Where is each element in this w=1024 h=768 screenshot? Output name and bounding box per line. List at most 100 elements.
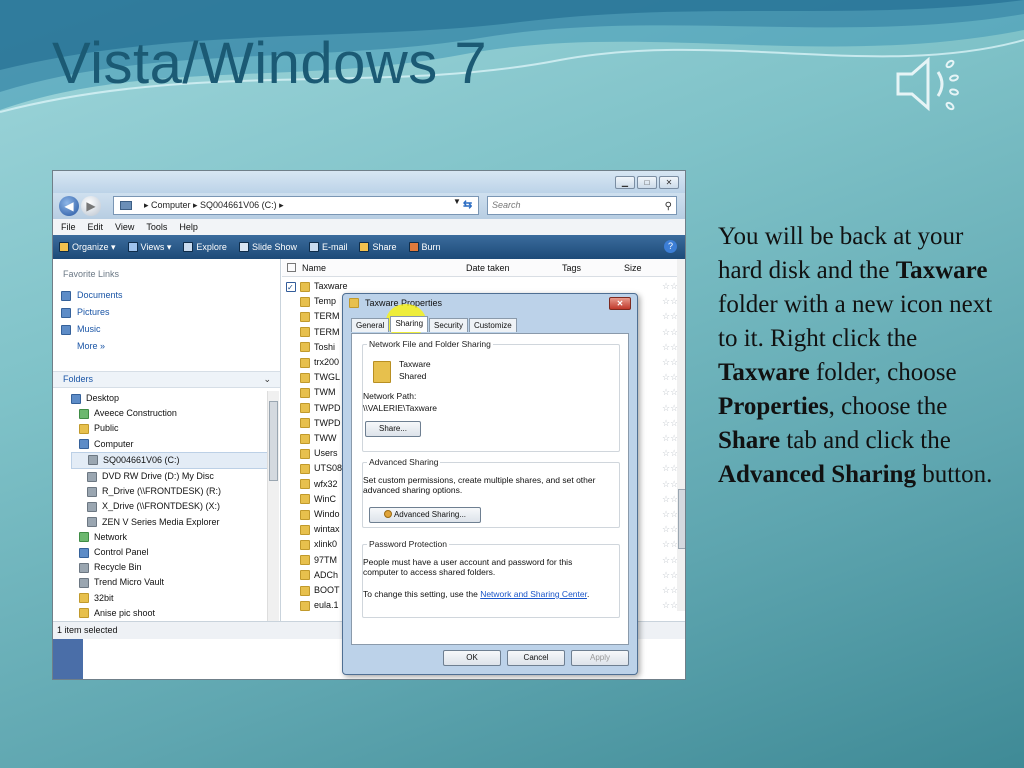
star-icon[interactable]: ☆☆ xyxy=(662,461,678,476)
menu-item-help[interactable]: Help xyxy=(179,219,198,235)
file-row[interactable]: WinC xyxy=(286,492,348,507)
select-all-checkbox[interactable] xyxy=(287,263,296,272)
address-input[interactable]: ▸ Computer ▸ SQ004661V06 (C:) ▸ xyxy=(113,196,479,215)
star-icon[interactable]: ☆☆ xyxy=(662,385,678,400)
command-6[interactable]: Burn xyxy=(408,242,441,252)
tree-item[interactable]: Anise pic shoot xyxy=(71,606,271,621)
checkbox-checked-icon[interactable]: ✓ xyxy=(286,281,296,292)
star-icon[interactable]: ☆☆ xyxy=(662,477,678,492)
file-row[interactable]: Users xyxy=(286,446,348,461)
star-icon[interactable]: ☆☆ xyxy=(662,446,678,461)
menu-item-tools[interactable]: Tools xyxy=(146,219,167,235)
file-row[interactable]: wfx32 xyxy=(286,477,348,492)
help-icon[interactable]: ? xyxy=(664,240,677,253)
command-4[interactable]: E-mail xyxy=(308,242,347,252)
tree-item[interactable]: Control Panel xyxy=(71,545,271,560)
star-icon[interactable]: ☆☆ xyxy=(662,553,678,568)
favorite-link-item[interactable]: Pictures xyxy=(61,304,123,321)
file-row[interactable]: TWM xyxy=(286,385,348,400)
file-row[interactable]: BOOT xyxy=(286,583,348,598)
apply-button[interactable]: Apply xyxy=(571,650,629,666)
address-dropdown-icon[interactable]: ▼ xyxy=(453,197,461,206)
tree-item[interactable]: Aveece Construction xyxy=(71,406,271,421)
command-5[interactable]: Share xyxy=(359,242,397,252)
file-row[interactable]: TERM xyxy=(286,309,348,324)
advanced-sharing-button[interactable]: Advanced Sharing... xyxy=(369,507,481,523)
file-row[interactable]: ADCh xyxy=(286,568,348,583)
file-row[interactable]: Toshi xyxy=(286,340,348,355)
tree-item[interactable]: Computer xyxy=(71,437,271,452)
star-icon[interactable]: ☆☆ xyxy=(662,492,678,507)
file-row[interactable]: Temp xyxy=(286,294,348,309)
star-icon[interactable]: ☆☆ xyxy=(662,416,678,431)
star-icon[interactable]: ☆☆ xyxy=(662,309,678,324)
forward-arrow-icon[interactable]: ▶ xyxy=(81,196,101,216)
tree-item[interactable]: SQ004661V06 (C:) xyxy=(71,451,271,470)
column-header-tags[interactable]: Tags xyxy=(562,263,581,273)
file-row[interactable]: xlink0 xyxy=(286,537,348,552)
tree-item[interactable]: ZEN V Series Media Explorer xyxy=(71,515,271,530)
tree-item[interactable]: Recycle Bin xyxy=(71,560,271,575)
tree-item[interactable]: Trend Micro Vault xyxy=(71,575,271,590)
tree-item[interactable]: Desktop xyxy=(71,391,271,406)
search-input[interactable]: Search ⚲ xyxy=(487,196,677,215)
star-icon[interactable]: ☆☆ xyxy=(662,598,678,613)
search-icon[interactable]: ⚲ xyxy=(665,198,672,215)
maximize-button[interactable]: □ xyxy=(637,176,657,189)
star-icon[interactable]: ☆☆ xyxy=(662,583,678,598)
share-button[interactable]: Share... xyxy=(365,421,421,437)
ok-button[interactable]: OK xyxy=(443,650,501,666)
star-icon[interactable]: ☆☆ xyxy=(662,522,678,537)
favorite-link-item[interactable]: Music xyxy=(61,321,123,338)
file-row[interactable]: TWPD xyxy=(286,416,348,431)
tree-item[interactable]: 32bit xyxy=(71,591,271,606)
star-icon[interactable]: ☆☆ xyxy=(662,294,678,309)
tree-item[interactable]: X_Drive (\\FRONTDESK) (X:) xyxy=(71,499,271,514)
tree-item[interactable]: Public xyxy=(71,421,271,436)
file-row[interactable]: trx200 xyxy=(286,355,348,370)
favorite-link-item[interactable]: More » xyxy=(61,338,123,355)
column-header-name[interactable]: Name xyxy=(302,263,326,273)
star-icon[interactable]: ☆☆ xyxy=(662,279,678,294)
column-header-size[interactable]: Size xyxy=(624,263,642,273)
chevron-down-icon[interactable]: ⌄ xyxy=(263,372,271,387)
file-row[interactable]: 97TM xyxy=(286,553,348,568)
tab-customize[interactable]: Customize xyxy=(468,318,517,332)
file-row[interactable]: TERM xyxy=(286,325,348,340)
tree-item[interactable]: DVD RW Drive (D:) My Disc xyxy=(71,469,271,484)
refresh-icon[interactable]: ⇆ xyxy=(463,198,472,211)
command-3[interactable]: Slide Show xyxy=(238,242,297,252)
file-row[interactable]: wintax xyxy=(286,522,348,537)
tab-sharing[interactable]: Sharing xyxy=(390,316,429,332)
menu-item-file[interactable]: File xyxy=(61,219,76,235)
menu-item-edit[interactable]: Edit xyxy=(88,219,104,235)
menu-item-view[interactable]: View xyxy=(115,219,134,235)
command-1[interactable]: Views ▾ xyxy=(127,242,171,253)
dialog-close-button[interactable]: ✕ xyxy=(609,297,631,310)
file-row[interactable]: UTS08 xyxy=(286,461,348,476)
star-icon[interactable]: ☆☆ xyxy=(662,401,678,416)
file-row[interactable]: TWGL xyxy=(286,370,348,385)
tab-general[interactable]: General xyxy=(351,318,390,332)
star-icon[interactable]: ☆☆ xyxy=(662,431,678,446)
star-icon[interactable]: ☆☆ xyxy=(662,537,678,552)
file-row[interactable]: TWW xyxy=(286,431,348,446)
cancel-button[interactable]: Cancel xyxy=(507,650,565,666)
command-2[interactable]: Explore xyxy=(183,242,227,252)
star-icon[interactable]: ☆☆ xyxy=(662,355,678,370)
file-list-scrollbar[interactable] xyxy=(677,259,685,611)
star-icon[interactable]: ☆☆ xyxy=(662,370,678,385)
star-icon[interactable]: ☆☆ xyxy=(662,340,678,355)
back-arrow-icon[interactable]: ◀ xyxy=(59,196,79,216)
favorite-link-item[interactable]: Documents xyxy=(61,287,123,304)
speaker-icon[interactable] xyxy=(894,52,966,116)
network-sharing-center-link[interactable]: Network and Sharing Center xyxy=(480,589,587,599)
star-icon[interactable]: ☆☆ xyxy=(662,507,678,522)
tree-item[interactable]: R_Drive (\\FRONTDESK) (R:) xyxy=(71,484,271,499)
file-row[interactable]: ✓ Taxware xyxy=(286,279,348,294)
command-0[interactable]: Organize ▾ xyxy=(59,242,116,253)
star-icon[interactable]: ☆☆ xyxy=(662,568,678,583)
file-row[interactable]: eula.1 xyxy=(286,598,348,613)
file-row[interactable]: TWPD xyxy=(286,401,348,416)
star-icon[interactable]: ☆☆ xyxy=(662,325,678,340)
